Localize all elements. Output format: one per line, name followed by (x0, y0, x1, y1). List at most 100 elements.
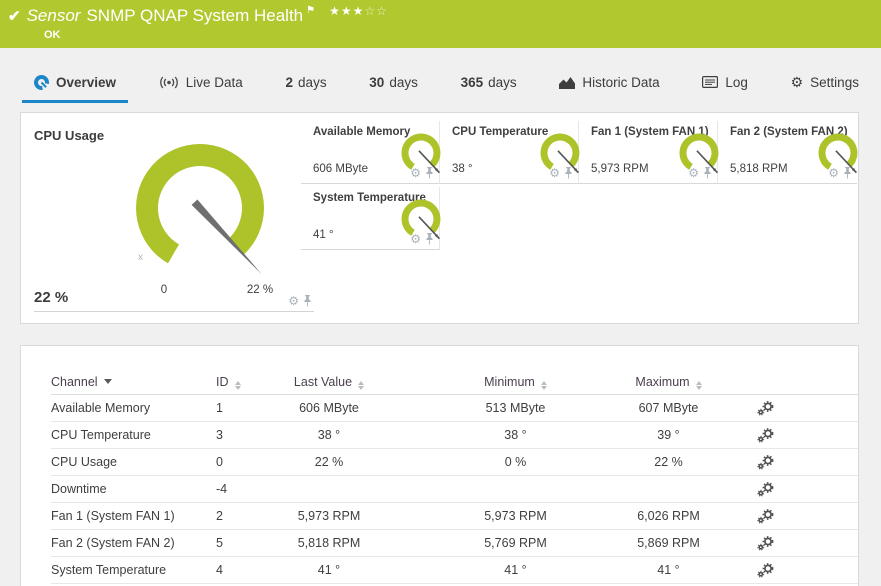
channel-maximum: 39 ° (657, 428, 680, 442)
tab-2-days[interactable]: 2 days (274, 64, 339, 103)
tab-30-days[interactable]: 30 days (357, 64, 430, 103)
table-row: CPU Temperature 3 38 ° 38 ° 39 ° (51, 422, 858, 449)
channel-id: 5 (216, 536, 223, 550)
tab-settings[interactable]: ⚙ Settings (779, 64, 871, 103)
channel-name: Downtime (51, 482, 107, 496)
stars-filled[interactable]: ★★★ (329, 4, 364, 18)
sort-icon (695, 380, 702, 390)
channel-id: 3 (216, 428, 223, 442)
tab-label: Live Data (185, 74, 243, 90)
channel-maximum: 41 ° (657, 563, 680, 577)
channel-minimum: 41 ° (504, 563, 527, 577)
tab-label: Log (725, 74, 748, 90)
channel-maximum: 6,026 RPM (637, 509, 700, 523)
object-kind-label: Sensor (26, 6, 81, 25)
gauge-max-label: 22 % (246, 284, 274, 296)
channel-name: Fan 1 (System FAN 1) (51, 509, 175, 523)
channel-settings-gears-icon[interactable] (756, 454, 774, 470)
gauge-settings-gear-icon[interactable]: ⚙ (288, 295, 299, 307)
gauge-settings-gear-icon[interactable]: ⚙ (688, 167, 699, 179)
gauge-value: 606 MByte (313, 163, 368, 175)
channel-name: CPU Usage (51, 455, 117, 469)
sort-icon (540, 380, 547, 390)
channel-last-value: 5,818 RPM (297, 536, 361, 550)
tab-bar: Overview Live Data 2 days 30 days 365 da… (0, 64, 881, 103)
channel-name: Available Memory (51, 401, 151, 415)
gauge-value: 22 % (34, 289, 69, 306)
table-row: Downtime -4 (51, 476, 858, 503)
channel-settings-gears-icon[interactable] (756, 400, 774, 416)
channel-maximum: 5,869 RPM (637, 536, 700, 550)
channel-last-value: 38 ° (317, 428, 341, 442)
channel-settings-gears-icon[interactable] (756, 535, 774, 551)
page-title: SNMP QNAP System Health (86, 6, 304, 25)
column-header-id[interactable]: ID (216, 375, 274, 390)
channel-settings-gears-icon[interactable] (756, 481, 774, 497)
priority-rating[interactable]: ★★★☆☆ (329, 4, 388, 18)
tab-label: days (488, 74, 517, 90)
tab-365-days[interactable]: 365 days (449, 64, 529, 103)
gauge-tile-cpu-temperature: CPU Temperature 38 ° ⚙ (440, 121, 580, 184)
tab-label: Overview (56, 74, 117, 90)
channel-minimum: 0 % (504, 455, 527, 469)
gauge-settings-gear-icon[interactable]: ⚙ (410, 233, 421, 245)
sort-icon (234, 380, 241, 390)
cpu-usage-gauge (136, 143, 265, 275)
tab-overview[interactable]: Overview (22, 64, 129, 103)
channel-settings-gears-icon[interactable] (756, 562, 774, 578)
pin-icon[interactable] (703, 167, 712, 179)
gauge-icon (34, 74, 49, 90)
tab-label: Historic Data (582, 74, 660, 90)
table-row: Available Memory 1 606 MByte 513 MByte 6… (51, 395, 858, 422)
sensor-title-row: ✔ Sensor SNMP QNAP System Health ⚑ ★★★☆☆ (8, 4, 388, 26)
tab-live-data[interactable]: Live Data (147, 64, 255, 103)
gauge-title: CPU Usage (34, 128, 105, 143)
tab-historic-data[interactable]: Historic Data (547, 64, 671, 103)
prtg-sensor-page: ✔ Sensor SNMP QNAP System Health ⚑ ★★★☆☆… (0, 0, 881, 586)
gauge-tile-cpu-usage: CPU Usage x 0 22 % 22 % ⚙ (34, 121, 314, 312)
channel-last-value: 606 MByte (299, 401, 359, 415)
column-label: Maximum (635, 374, 690, 389)
sort-desc-icon (103, 379, 112, 384)
live-data-icon (159, 76, 178, 88)
column-header-maximum[interactable]: Maximum (592, 375, 745, 390)
tab-label: days (298, 74, 327, 90)
status-badge: OK (44, 29, 61, 41)
column-label: ID (216, 374, 229, 389)
channel-minimum: 513 MByte (485, 401, 546, 415)
gauge-actions: ⚙ (828, 167, 852, 179)
column-header-last-value[interactable]: Last Value (274, 375, 384, 390)
column-label: Minimum (484, 374, 535, 389)
channel-name: CPU Temperature (51, 428, 151, 442)
column-label: Channel (51, 375, 98, 389)
channel-settings-gears-icon[interactable] (756, 427, 774, 443)
column-header-minimum[interactable]: Minimum (439, 375, 592, 390)
gauge-actions: ⚙ (410, 167, 434, 179)
gauge-settings-gear-icon[interactable]: ⚙ (549, 167, 560, 179)
channels-table: Channel ID Last Value Minimum Maximum Av… (21, 346, 858, 584)
gauge-settings-gear-icon[interactable]: ⚙ (410, 167, 421, 179)
channel-minimum: 5,973 RPM (484, 509, 547, 523)
gauge-settings-gear-icon[interactable]: ⚙ (828, 167, 839, 179)
channel-maximum: 22 % (654, 455, 683, 469)
table-row: Fan 2 (System FAN 2) 5 5,818 RPM 5,769 R… (51, 530, 858, 557)
gauge-min-label: 0 (160, 284, 168, 296)
channel-settings-gears-icon[interactable] (756, 508, 774, 524)
pin-icon[interactable] (425, 167, 434, 179)
table-row: System Temperature 4 41 ° 41 ° 41 ° (51, 557, 858, 584)
gauge-value: 41 ° (313, 229, 334, 241)
stars-empty[interactable]: ☆☆ (364, 4, 388, 18)
column-header-channel[interactable]: Channel (51, 375, 216, 389)
gauge-tile-available-memory: Available Memory 606 MByte ⚙ (301, 121, 441, 184)
sensor-header: ✔ Sensor SNMP QNAP System Health ⚑ ★★★☆☆… (0, 0, 881, 48)
pin-icon[interactable] (564, 167, 573, 179)
pin-icon[interactable] (843, 167, 852, 179)
tab-number: 30 (369, 74, 385, 90)
pin-icon[interactable] (425, 233, 434, 245)
tab-log[interactable]: Log (690, 64, 760, 103)
gauge-value: 5,818 RPM (730, 163, 788, 175)
channel-id: 4 (216, 563, 223, 577)
channel-id: -4 (216, 482, 228, 496)
pin-icon[interactable] (303, 295, 312, 307)
channel-id: 2 (216, 509, 223, 523)
